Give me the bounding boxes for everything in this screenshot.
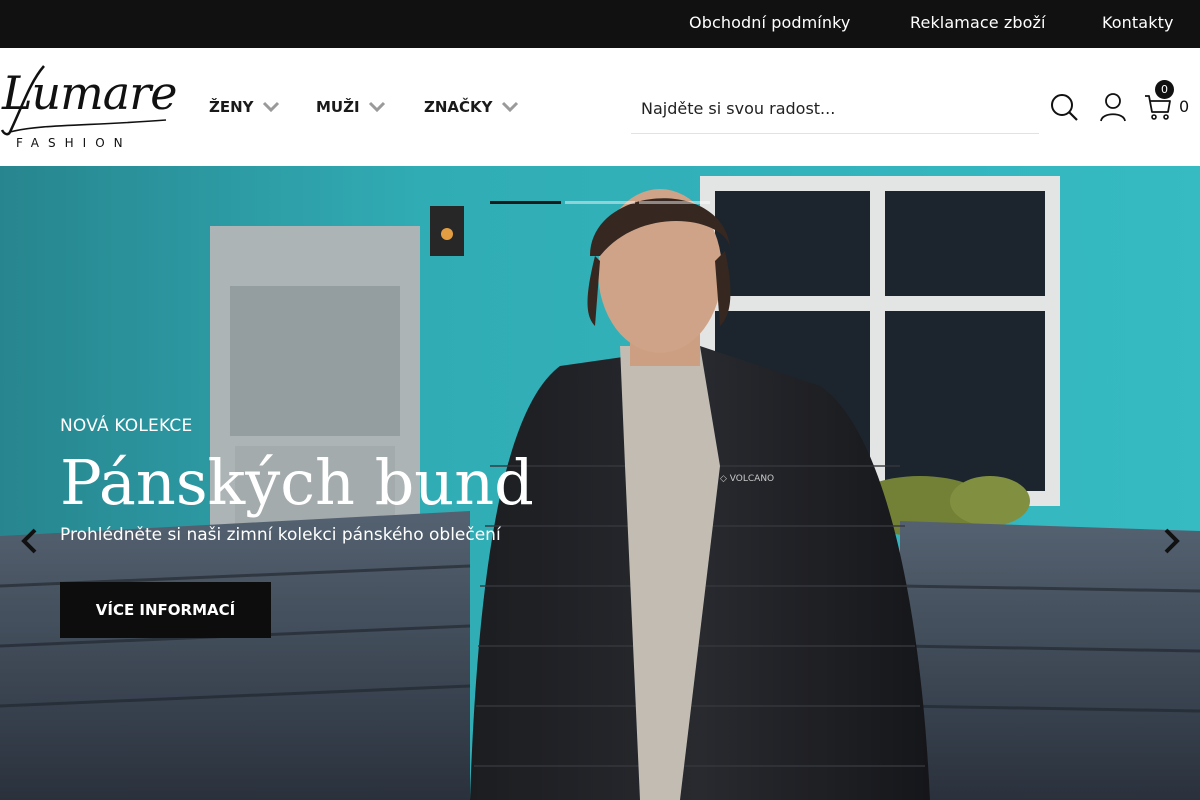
hero-title: Pánských bund: [60, 446, 534, 519]
nav-men-label: MUŽI: [316, 98, 360, 116]
chevron-down-icon: [368, 101, 385, 113]
arrow-right-icon[interactable]: [1160, 526, 1184, 556]
search-input[interactable]: [631, 84, 1039, 133]
arrow-left-icon[interactable]: [17, 526, 41, 556]
cart-total: 0: [1179, 97, 1190, 116]
nav-men[interactable]: MUŽI: [316, 96, 386, 118]
hero-slider: ◇ VOLCANO NOVÁ KOLEKCE Pánských bund Pro…: [0, 166, 1200, 800]
site-header: Lumare FASHION ŽENY MUŽI ZNAČKY 0 0: [0, 48, 1200, 166]
link-complaints[interactable]: Reklamace zboží: [910, 13, 1046, 32]
link-terms[interactable]: Obchodní podmínky: [689, 13, 850, 32]
chevron-down-icon: [501, 101, 518, 113]
link-contacts[interactable]: Kontakty: [1102, 13, 1174, 32]
hero-kicker: NOVÁ KOLEKCE: [60, 416, 193, 436]
chevron-down-icon: [262, 101, 279, 113]
search-box: [631, 84, 1039, 134]
more-info-button[interactable]: VÍCE INFORMACÍ: [60, 582, 271, 638]
user-icon[interactable]: [1099, 92, 1127, 122]
cart-count-badge: 0: [1155, 80, 1174, 99]
logo-text: Lumare: [2, 66, 177, 120]
nav-brands-label: ZNAČKY: [424, 98, 493, 116]
slider-dot-2[interactable]: [565, 201, 635, 204]
logo[interactable]: Lumare FASHION: [0, 62, 177, 154]
nav-brands[interactable]: ZNAČKY: [424, 96, 519, 118]
nav-women[interactable]: ŽENY: [209, 96, 280, 118]
nav-women-label: ŽENY: [209, 98, 254, 116]
slider-dot-3[interactable]: [639, 201, 710, 204]
search-icon[interactable]: [1050, 93, 1078, 121]
top-bar: Obchodní podmínky Reklamace zboží Kontak…: [0, 0, 1200, 48]
logo-subtext: FASHION: [16, 136, 132, 150]
hero-subtitle: Prohlédněte si naši zimní kolekci pánské…: [60, 525, 501, 545]
slider-dot-1[interactable]: [490, 201, 561, 204]
slider-pagination: [490, 201, 710, 204]
